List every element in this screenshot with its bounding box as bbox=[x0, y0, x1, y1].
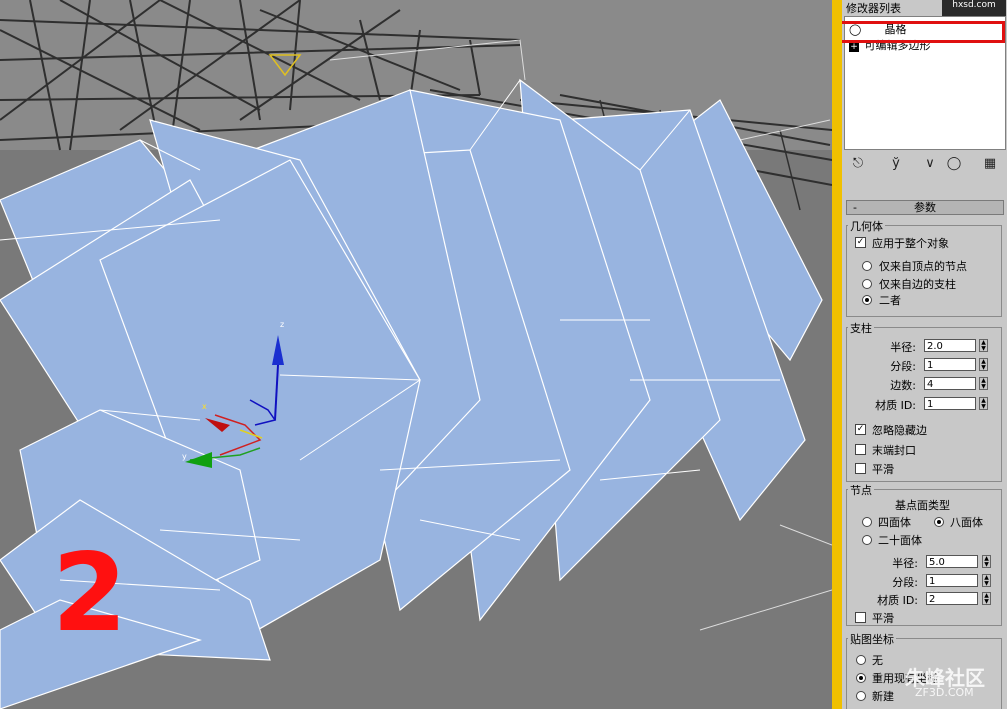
modify-panel: 修改器列表 hxsd.com ◯ 晶格 + 可编辑多边形 ⎋ ў ∨ ◯ ▦ -… bbox=[842, 0, 1007, 709]
remove-modifier-icon[interactable]: ◯ bbox=[946, 156, 962, 172]
joint-smooth-checkbox[interactable] bbox=[855, 612, 866, 623]
strut-sides-spinner[interactable]: ▲ ▼ bbox=[979, 377, 988, 390]
apply-whole-checkbox[interactable]: ✓ bbox=[855, 237, 866, 248]
axis-label-y: y bbox=[182, 452, 187, 461]
strut-segments-label: 分段: bbox=[890, 360, 916, 373]
radio-icosa[interactable] bbox=[862, 535, 872, 545]
radio-map-new-label: 新建 bbox=[872, 690, 894, 703]
radio-nodes-only-label: 仅来自顶点的节点 bbox=[879, 260, 967, 273]
strut-smooth-checkbox[interactable] bbox=[855, 463, 866, 474]
make-unique-icon[interactable]: ∨ bbox=[922, 156, 938, 172]
joint-radius-field[interactable]: 5.0 bbox=[926, 555, 978, 568]
radio-struts-only[interactable] bbox=[862, 279, 872, 289]
radio-map-reuse[interactable] bbox=[856, 673, 866, 683]
stack-toolbar: ⎋ ў ∨ ◯ ▦ bbox=[842, 150, 1007, 178]
joint-segments-spinner[interactable]: ▲ ▼ bbox=[982, 574, 991, 587]
strut-segments-spinner[interactable]: ▲ ▼ bbox=[979, 358, 988, 371]
radio-nodes-only[interactable] bbox=[862, 261, 872, 271]
radio-icosa-label: 二十面体 bbox=[878, 534, 922, 547]
ignore-hidden-label: 忽略隐藏边 bbox=[872, 424, 927, 437]
strut-matid-spinner[interactable]: ▲ ▼ bbox=[979, 397, 988, 410]
joint-matid-field[interactable]: 2 bbox=[926, 592, 978, 605]
apply-whole-label: 应用于整个对象 bbox=[872, 237, 949, 250]
configure-icon[interactable]: ▦ bbox=[982, 156, 998, 172]
strut-sides-field[interactable]: 4 bbox=[924, 377, 976, 390]
perspective-viewport[interactable]: 2 z x y bbox=[0, 0, 832, 709]
joints-group-label: 节点 bbox=[848, 482, 874, 498]
mapping-group-label: 贴图坐标 bbox=[848, 631, 896, 647]
radio-octa[interactable] bbox=[934, 517, 944, 527]
strut-sides-label: 边数: bbox=[890, 379, 916, 392]
base-type-label: 基点面类型 bbox=[895, 499, 950, 512]
joint-segments-field[interactable]: 1 bbox=[926, 574, 978, 587]
joint-matid-label: 材质 ID: bbox=[877, 594, 918, 607]
strut-matid-field[interactable]: 1 bbox=[924, 397, 976, 410]
strut-radius-spinner[interactable]: ▲ ▼ bbox=[979, 339, 988, 352]
axis-label-z: z bbox=[280, 320, 285, 329]
panel-border bbox=[832, 0, 842, 709]
joint-smooth-label: 平滑 bbox=[872, 612, 894, 625]
strut-smooth-label: 平滑 bbox=[872, 463, 894, 476]
radio-tetra[interactable] bbox=[862, 517, 872, 527]
radio-struts-only-label: 仅来自边的支柱 bbox=[879, 278, 956, 291]
joint-segments-label: 分段: bbox=[892, 576, 918, 589]
radio-tetra-label: 四面体 bbox=[878, 516, 911, 529]
rollout-title: 参数 bbox=[914, 201, 936, 214]
rollout-parameters[interactable]: - 参数 bbox=[846, 200, 1004, 215]
radio-octa-label: 八面体 bbox=[950, 516, 983, 529]
forum-watermark-url: ZF3D.COM bbox=[915, 686, 974, 699]
radio-map-new[interactable] bbox=[856, 691, 866, 701]
radio-both[interactable] bbox=[862, 295, 872, 305]
pin-icon[interactable]: ⎋ bbox=[850, 156, 866, 172]
geometry-group-label: 几何体 bbox=[848, 218, 885, 234]
radio-map-none[interactable] bbox=[856, 655, 866, 665]
joint-radius-spinner[interactable]: ▲ ▼ bbox=[982, 555, 991, 568]
joint-matid-spinner[interactable]: ▲ ▼ bbox=[982, 592, 991, 605]
step-number: 2 bbox=[52, 531, 128, 656]
strut-radius-label: 半径: bbox=[890, 341, 916, 354]
highlight-box bbox=[842, 21, 1005, 43]
show-end-result-icon[interactable]: ў bbox=[888, 156, 904, 172]
axis-label-x: x bbox=[202, 402, 207, 411]
strut-segments-field[interactable]: 1 bbox=[924, 358, 976, 371]
radio-both-label: 二者 bbox=[879, 294, 901, 307]
ignore-hidden-checkbox[interactable]: ✓ bbox=[855, 424, 866, 435]
struts-group-label: 支柱 bbox=[848, 320, 874, 336]
plus-icon[interactable]: + bbox=[849, 42, 859, 52]
modifier-list-label: 修改器列表 bbox=[846, 2, 901, 15]
joint-radius-label: 半径: bbox=[892, 557, 918, 570]
strut-matid-label: 材质 ID: bbox=[875, 399, 916, 412]
radio-map-none-label: 无 bbox=[872, 654, 883, 667]
end-caps-checkbox[interactable] bbox=[855, 444, 866, 455]
end-caps-label: 末端封口 bbox=[872, 444, 916, 457]
strut-radius-field[interactable]: 2.0 bbox=[924, 339, 976, 352]
